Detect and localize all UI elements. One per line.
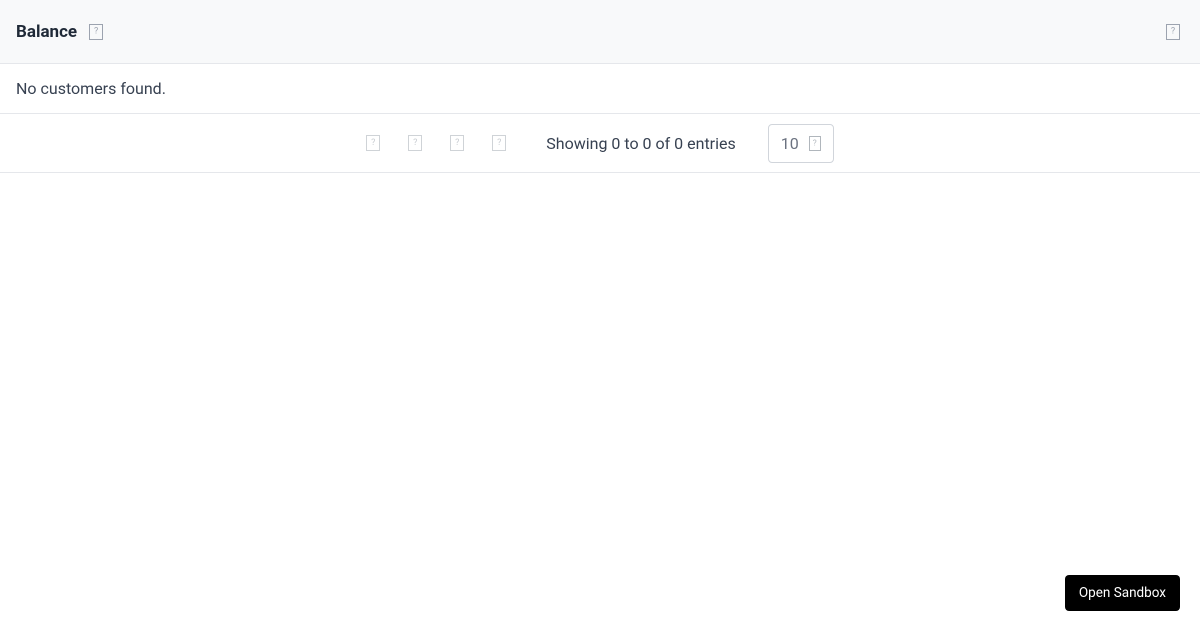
prev-page-icon[interactable] [408,135,422,151]
open-sandbox-button[interactable]: Open Sandbox [1065,575,1180,611]
column-header-balance[interactable]: Balance [16,22,77,42]
table-footer: Showing 0 to 0 of 0 entries 10 [0,114,1200,173]
last-page-icon[interactable] [492,135,506,151]
empty-state-message: No customers found. [0,64,1200,114]
first-page-icon[interactable] [366,135,380,151]
pagination-controls: Showing 0 to 0 of 0 entries 10 [366,124,833,163]
sort-icon[interactable] [89,24,103,40]
column-menu-icon[interactable] [1166,24,1180,40]
next-page-icon[interactable] [450,135,464,151]
pagination-summary: Showing 0 to 0 of 0 entries [546,134,735,153]
page-size-value: 10 [781,134,799,153]
table-header: Balance [0,0,1200,64]
page-size-select[interactable]: 10 [768,124,834,163]
chevron-down-icon [809,136,821,151]
header-left: Balance [16,22,103,42]
